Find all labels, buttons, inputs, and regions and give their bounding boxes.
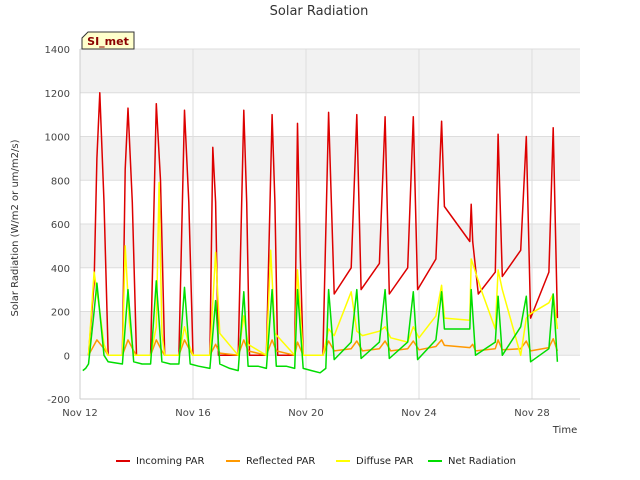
legend-label-reflected-par: Reflected PAR [246,456,315,467]
plot-band [80,355,580,399]
x-tick-label: Nov 16 [175,408,210,419]
x-tick-label: Nov 28 [514,408,549,419]
x-tick-labels: Nov 12 Nov 16 Nov 20 Nov 24 Nov 28 [62,408,549,419]
y-tick-label: 400 [51,264,70,275]
chart-title: Solar Radiation [270,4,369,19]
y-tick-label: 600 [51,220,70,231]
legend-label-incoming-par: Incoming PAR [136,456,205,467]
y-tick-label: -200 [47,395,70,406]
legend-label-net-radiation: Net Radiation [448,456,516,467]
y-tick-label: 800 [51,176,70,187]
y-tick-label: 1400 [45,45,70,56]
station-badge-label: SI_met [87,35,129,48]
x-tick-label: Nov 12 [62,408,97,419]
y-tick-label: 200 [51,308,70,319]
y-tick-labels: -200 0 200 400 600 800 1000 1200 1400 [45,45,70,406]
y-tick-label: 1000 [45,133,70,144]
legend: Incoming PAR Reflected PAR Diffuse PAR Net … [116,456,516,467]
y-tick-label: 1200 [45,89,70,100]
x-axis-title: Time [552,425,577,436]
y-tick-label: 0 [64,351,70,362]
plot-band [80,224,580,268]
legend-label-diffuse-par: Diffuse PAR [356,456,413,467]
x-tick-label: Nov 20 [288,408,323,419]
solar-radiation-chart: -2000200400600800100012001400 Nov 12 Nov … [10,4,580,467]
x-tick-label: Nov 24 [401,408,436,419]
plot-band [80,49,580,93]
station-badge: SI_met [81,31,135,50]
y-axis-title: Solar Radiation (W/m2 or um/m2/s) [10,139,21,316]
